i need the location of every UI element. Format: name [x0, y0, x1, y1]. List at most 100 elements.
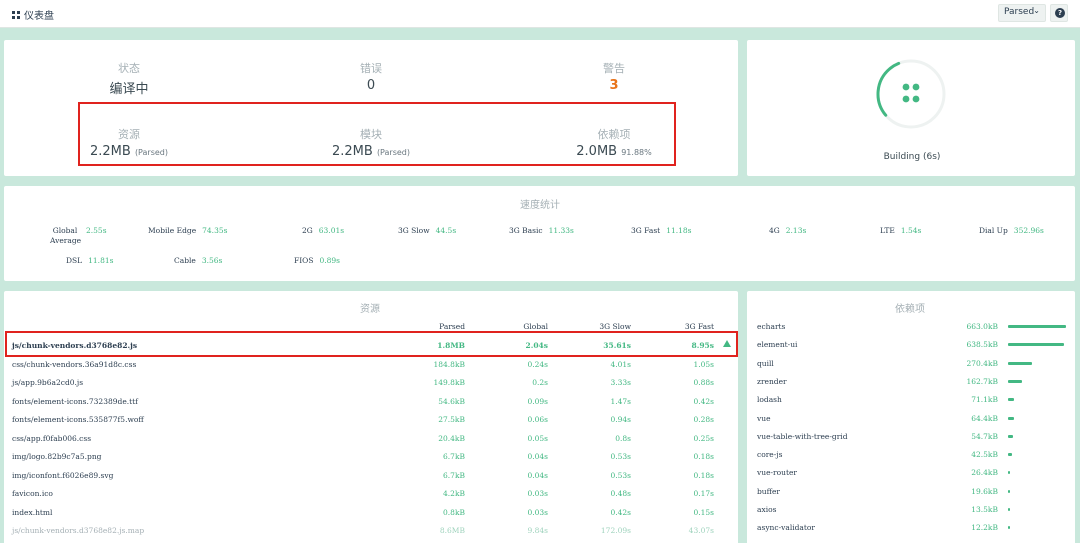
- dependency-size: 270.4kB: [966, 358, 998, 368]
- dependency-size: 64.4kB: [971, 413, 998, 423]
- dependency-name: zrender: [757, 376, 787, 386]
- dependency-row[interactable]: element-ui 638.5kB: [748, 335, 1078, 353]
- speed-item: 2G 63.01s: [302, 226, 344, 235]
- dependency-row[interactable]: vue 64.4kB: [748, 409, 1078, 427]
- dashboard-title-text: 仪表盘: [24, 11, 54, 22]
- dependency-size-bar: [1008, 489, 1010, 493]
- asset-slow: 3.33s: [610, 378, 631, 387]
- dependency-size: 12.2kB: [971, 523, 998, 533]
- stat-warnings-label: 警告: [603, 62, 625, 75]
- dependency-name: async-validator: [757, 523, 816, 533]
- speed-label: Dial Up: [979, 226, 1008, 235]
- stat-assets: 资源 2.2MB (Parsed): [39, 126, 219, 159]
- asset-slow: 0.8s: [615, 433, 631, 443]
- stat-modules-label: 模块: [360, 128, 382, 141]
- asset-global: 0.04s: [527, 470, 548, 480]
- dependency-size-bar: [1008, 471, 1011, 475]
- stat-modules-value: 2.2MB: [331, 144, 373, 159]
- dependency-name: vue-router: [757, 468, 798, 478]
- dependency-size: 162.7kB: [966, 376, 998, 386]
- asset-parsed: 4.2kB: [443, 489, 465, 498]
- stat-status: 状态 编译中: [39, 60, 219, 97]
- dependency-row[interactable]: vue-router 26.4kB: [748, 463, 1078, 481]
- asset-row[interactable]: img/logo.82b9c7a5.png 6.7kB 0.04s 0.53s 0.18…: [8, 447, 733, 465]
- stat-deps: 依赖项 2.0MB 91.88%: [524, 126, 704, 159]
- speed-value: 11.33s: [548, 226, 574, 235]
- asset-name: index.html: [12, 507, 53, 517]
- asset-fast: 0.18s: [693, 452, 714, 461]
- col-3g-fast[interactable]: 3G Fast: [644, 322, 714, 331]
- dashboard-icon: [12, 10, 20, 19]
- dependency-size: 54.7kB: [971, 431, 998, 441]
- dependency-row[interactable]: async-validator 12.2kB: [748, 518, 1078, 536]
- asset-fast: 0.88s: [693, 378, 714, 387]
- asset-row[interactable]: index.html 0.8kB 0.03s 0.42s 0.15s: [8, 503, 733, 521]
- speed-item: Cable 3.56s: [174, 256, 222, 265]
- speed-item: Dial Up 352.96s: [979, 226, 1044, 235]
- stat-errors-label: 错误: [360, 62, 382, 75]
- dependency-size-bar: [1008, 379, 1023, 383]
- stat-warnings[interactable]: 警告 3: [524, 60, 704, 93]
- asset-fast: 0.15s: [693, 507, 714, 517]
- dependency-row[interactable]: echarts 663.0kB: [748, 317, 1078, 335]
- asset-slow: 1.47s: [610, 396, 631, 406]
- dependency-size-bar: [1008, 434, 1013, 438]
- dependency-row[interactable]: axios 13.5kB: [748, 500, 1078, 518]
- speed-value: 11.18s: [666, 226, 692, 235]
- speed-value: 1.54s: [900, 226, 922, 235]
- asset-slow: 0.53s: [610, 452, 631, 461]
- top-bar: 仪表盘 Parsed ⌄ ?: [0, 0, 1080, 28]
- speed-value: 2.13s: [785, 226, 807, 235]
- dependency-size-bar: [1008, 398, 1015, 402]
- dependency-size: 42.5kB: [971, 450, 998, 460]
- speed-item: DSL 11.81s: [66, 256, 113, 265]
- asset-name: fonts/element-icons.732389de.ttf: [12, 396, 138, 406]
- asset-row[interactable]: fonts/element-icons.535877f5.woff 27.5kB 0…: [8, 410, 733, 428]
- asset-row[interactable]: js/app.9b6a2cd0.js 149.8kB 0.2s 3.33s 0.88s: [8, 373, 733, 391]
- asset-row[interactable]: fonts/element-icons.732389de.ttf 54.6kB 0.…: [8, 392, 733, 410]
- mode-select-value: Parsed: [1004, 7, 1035, 17]
- dependency-row[interactable]: lodash 71.1kB: [748, 390, 1078, 408]
- asset-global: 9.84s: [527, 526, 548, 535]
- dependency-size: 71.1kB: [971, 395, 998, 405]
- asset-fast: 0.18s: [693, 470, 714, 480]
- asset-row[interactable]: css/chunk-vendors.36a91d8c.css 184.8kB 0.2…: [8, 355, 733, 373]
- asset-global: 0.06s: [527, 415, 548, 424]
- asset-slow: 0.42s: [610, 507, 631, 517]
- asset-parsed: 20.4kB: [438, 433, 465, 443]
- speed-label: LTE: [880, 226, 895, 235]
- asset-global: 0.04s: [527, 452, 548, 461]
- assets-title: 资源: [360, 304, 380, 315]
- speed-value: 2.55s: [86, 226, 107, 235]
- dependency-row[interactable]: zrender 162.7kB: [748, 372, 1078, 390]
- asset-row[interactable]: favicon.ico 4.2kB 0.03s 0.48s 0.17s: [8, 484, 733, 502]
- deps-title: 依赖项: [895, 304, 925, 315]
- asset-fast: 0.42s: [693, 396, 714, 406]
- dependency-name: vue-table-with-tree-grid: [757, 431, 848, 441]
- col-global[interactable]: Global: [478, 322, 548, 331]
- dependency-size-bar: [1008, 508, 1010, 511]
- asset-row[interactable]: js/chunk-vendors.d3768e82.js.map 8.6MB 9.8…: [8, 521, 733, 539]
- dependency-row[interactable]: buffer 19.6kB: [748, 482, 1078, 500]
- speed-value: 352.96s: [1013, 226, 1044, 235]
- mode-select[interactable]: Parsed ⌄: [998, 4, 1046, 22]
- dependency-size-bar: [1008, 526, 1010, 530]
- speed-item: 3G Slow 44.5s: [398, 226, 456, 235]
- dependency-size-bar: [1008, 361, 1032, 365]
- highlight-box-vendor: [5, 331, 738, 357]
- dependency-row[interactable]: vue-table-with-tree-grid 54.7kB: [748, 427, 1078, 445]
- asset-row[interactable]: img/iconfont.f6026e89.svg 6.7kB 0.04s 0.53s…: [8, 466, 733, 484]
- dependency-row[interactable]: quill 270.4kB: [748, 354, 1078, 372]
- speed-item: 4G 2.13s: [769, 226, 806, 235]
- col-parsed[interactable]: Parsed: [395, 322, 465, 331]
- speed-item: Mobile Edge 74.35s: [148, 226, 227, 235]
- dependency-row[interactable]: core-js 42.5kB: [748, 445, 1078, 463]
- build-progress-ring: [876, 59, 946, 129]
- col-3g-slow[interactable]: 3G Slow: [561, 322, 631, 331]
- stat-status-label: 状态: [118, 62, 140, 75]
- speed-item: LTE 1.54s: [880, 226, 921, 235]
- speed-label: FIOS: [294, 256, 314, 265]
- help-button[interactable]: ?: [1050, 4, 1068, 22]
- dependency-name: axios: [757, 505, 777, 514]
- asset-row[interactable]: css/app.f0fab006.css 20.4kB 0.05s 0.8s 0.25s: [8, 429, 733, 447]
